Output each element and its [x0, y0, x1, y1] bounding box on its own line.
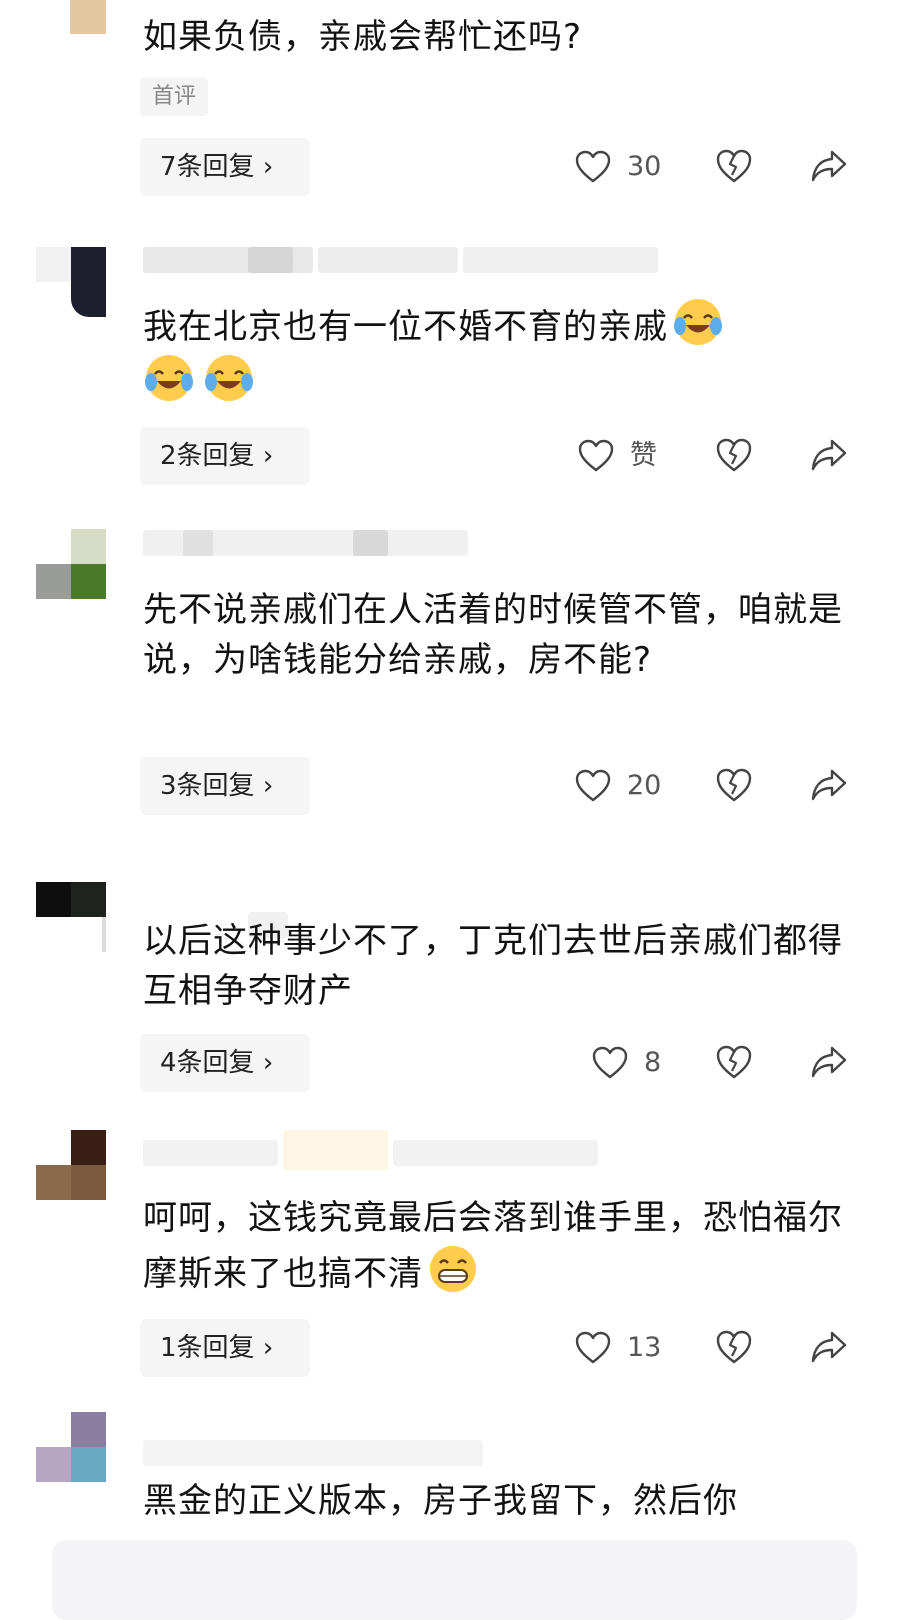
avatar[interactable] — [36, 1130, 106, 1200]
share-arrow-icon — [811, 150, 847, 182]
heart-outline-icon — [575, 769, 611, 802]
replies-label: 1条回复 — [160, 1333, 255, 1363]
heart-outline-icon — [592, 1046, 628, 1079]
replies-label: 3条回复 — [160, 771, 255, 801]
share-arrow-icon — [811, 1331, 847, 1363]
comment-text: 先不说亲戚们在人活着的时候管不管，咱就是说，为啥钱能分给亲戚，房不能? — [143, 590, 843, 680]
heart-outline-icon — [578, 439, 614, 472]
comment-body: 呵呵，这钱究竟最后会落到谁手里，恐怕福尔摩斯来了也搞不清 — [143, 1198, 843, 1294]
broken-heart-icon — [716, 438, 752, 472]
broken-heart-icon — [716, 149, 752, 183]
avatar[interactable] — [36, 882, 106, 952]
comment-text: 黑金的正义版本，房子我留下，然后你 — [143, 1481, 738, 1521]
like-button[interactable]: 20 — [575, 757, 665, 815]
chevron-right-icon: › — [262, 1333, 274, 1363]
share-arrow-icon — [811, 769, 847, 801]
replies-label: 2条回复 — [160, 441, 255, 471]
like-button[interactable]: 30 — [575, 138, 665, 196]
comment-input-bar[interactable] — [52, 1540, 857, 1620]
heart-outline-icon — [575, 150, 611, 183]
like-button[interactable]: 赞 — [578, 427, 668, 485]
share-button[interactable] — [810, 767, 850, 807]
dislike-button[interactable] — [715, 1044, 755, 1084]
avatar[interactable] — [36, 247, 106, 317]
like-count: 8 — [644, 1047, 662, 1078]
like-count: 赞 — [630, 440, 657, 471]
like-button[interactable]: 8 — [592, 1034, 672, 1092]
heart-outline-icon — [575, 1331, 611, 1364]
share-arrow-icon — [811, 439, 847, 471]
view-replies-button[interactable]: 4条回复 › — [140, 1034, 310, 1092]
grin-emoji — [430, 1246, 476, 1292]
chevron-right-icon: › — [262, 1048, 274, 1078]
like-count: 13 — [627, 1332, 662, 1363]
comment-text: 我在北京也有一位不婚不育的亲戚 — [143, 296, 843, 408]
like-count: 20 — [627, 770, 662, 801]
broken-heart-icon — [716, 1330, 752, 1364]
view-replies-button[interactable]: 1条回复 › — [140, 1319, 310, 1377]
comment-text: 以后这种事少不了，丁克们去世后亲戚们都得互相争夺财产 — [143, 921, 843, 1011]
like-count: 30 — [627, 151, 662, 182]
broken-heart-icon — [716, 1045, 752, 1079]
view-replies-button[interactable]: 2条回复 › — [140, 427, 310, 485]
chevron-right-icon: › — [262, 771, 274, 801]
dislike-button[interactable] — [715, 437, 755, 477]
comment-text: 呵呵，这钱究竟最后会落到谁手里，恐怕福尔摩斯来了也搞不清 — [143, 1193, 843, 1299]
share-button[interactable] — [810, 148, 850, 188]
laughing-cry-emoji — [205, 355, 253, 401]
share-arrow-icon — [811, 1046, 847, 1078]
share-button[interactable] — [810, 437, 850, 477]
share-button[interactable] — [810, 1329, 850, 1369]
avatar[interactable] — [36, 1412, 106, 1482]
first-comment-tag: 首评 — [140, 78, 209, 116]
laughing-cry-emoji — [145, 355, 193, 401]
broken-heart-icon — [716, 768, 752, 802]
dislike-button[interactable] — [715, 148, 755, 188]
comment-body: 我在北京也有一位不婚不育的亲戚 — [143, 307, 668, 347]
dislike-button[interactable] — [715, 1329, 755, 1369]
chevron-right-icon: › — [262, 152, 274, 182]
view-replies-button[interactable]: 7条回复 › — [140, 138, 310, 196]
dislike-button[interactable] — [715, 767, 755, 807]
laughing-cry-emoji — [674, 299, 722, 345]
view-replies-button[interactable]: 3条回复 › — [140, 757, 310, 815]
replies-label: 4条回复 — [160, 1048, 255, 1078]
share-button[interactable] — [810, 1044, 850, 1084]
comment-text: 如果负债，亲戚会帮忙还吗? — [143, 17, 583, 57]
like-button[interactable]: 13 — [575, 1319, 665, 1377]
avatar[interactable] — [70, 0, 106, 34]
replies-label: 7条回复 — [160, 152, 255, 182]
chevron-right-icon: › — [262, 441, 274, 471]
avatar[interactable] — [36, 529, 106, 599]
